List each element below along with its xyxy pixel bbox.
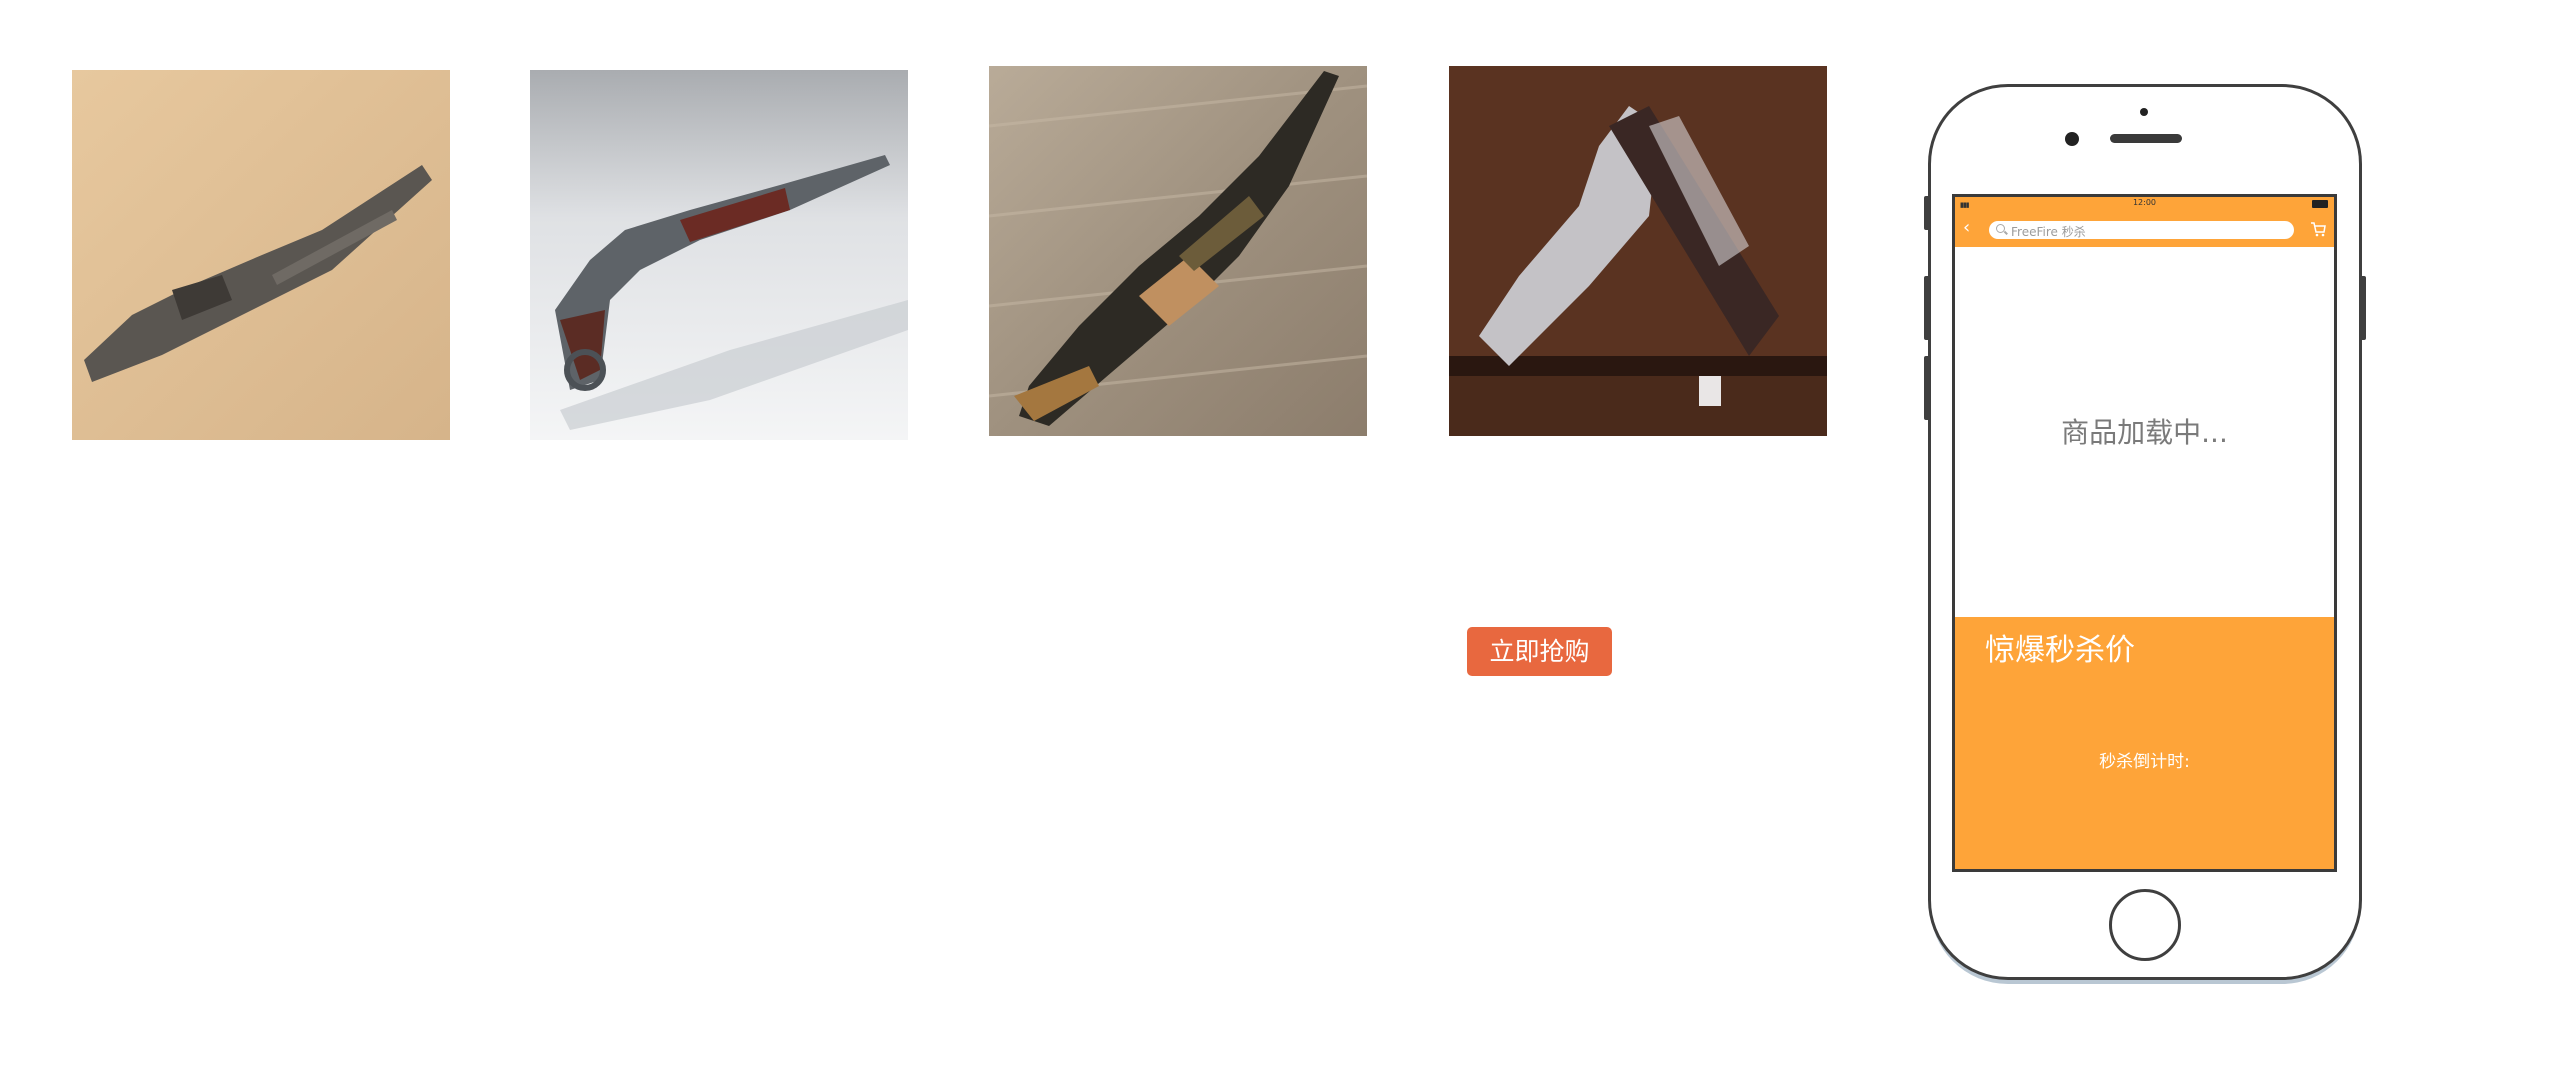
cart-icon[interactable]	[2310, 221, 2326, 237]
earpiece-speaker	[2110, 134, 2182, 143]
front-camera	[2140, 108, 2148, 116]
shotgun-photo	[530, 70, 908, 440]
product-image-pistol[interactable]	[1449, 66, 1827, 436]
back-icon[interactable]: ‹	[1963, 218, 1970, 238]
buy-now-button[interactable]: 立即抢购	[1467, 627, 1612, 676]
status-time: 12:00	[2132, 198, 2157, 207]
pistol-photo	[1449, 66, 1827, 436]
phone-screen: ▮▮▮ 12:00 ‹ FreeFire 秒杀 商品加载中... 惊爆秒杀价 秒…	[1952, 194, 2337, 872]
product-image-shotgun[interactable]	[530, 70, 908, 440]
home-button[interactable]	[2109, 889, 2181, 961]
flash-sale-panel: 惊爆秒杀价 秒杀倒计时:	[1955, 617, 2334, 869]
countdown-label: 秒杀倒计时:	[2099, 752, 2190, 772]
volume-down-button	[1924, 356, 1930, 420]
product-image-assault-rifle[interactable]	[989, 66, 1367, 436]
volume-up-button	[1924, 276, 1930, 340]
search-icon	[1996, 224, 2005, 233]
sensor-dot	[2065, 132, 2079, 146]
nav-bar: ‹ FreeFire 秒杀	[1955, 211, 2334, 247]
mute-switch	[1924, 196, 1930, 230]
rifle-photo	[72, 70, 450, 440]
loading-text: 商品加载中...	[2061, 416, 2228, 449]
battery-icon	[2312, 200, 2328, 208]
flash-sale-title: 惊爆秒杀价	[1985, 633, 2135, 668]
product-loading-area: 商品加载中...	[1955, 247, 2334, 617]
power-button	[2360, 276, 2366, 340]
search-text: FreeFire 秒杀	[2011, 225, 2086, 239]
assault-rifle-photo	[989, 66, 1367, 436]
search-input[interactable]: FreeFire 秒杀	[1989, 221, 2294, 239]
status-bar: ▮▮▮ 12:00	[1955, 197, 2334, 211]
product-image-rifle[interactable]	[72, 70, 450, 440]
